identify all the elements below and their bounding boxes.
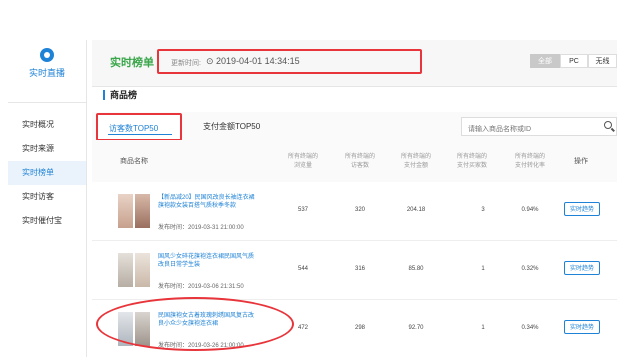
product-thumbnail[interactable] — [118, 194, 150, 228]
col-label: 支付金额 — [403, 163, 428, 169]
update-time-value: ⊙ 2019-04-01 14:34:15 — [206, 56, 300, 66]
col-sub-label: 所有终端的 — [287, 154, 318, 160]
col-sub-label: 所有终端的 — [344, 154, 375, 160]
filter-pc-button[interactable]: PC — [560, 54, 588, 68]
cell-payment-amount: 204.18 — [406, 207, 426, 213]
realtime-trend-button[interactable]: 实时趋势 — [564, 320, 600, 334]
product-name-link[interactable]: 国风少女碎花旗袍连衣裙民国风气质改良日常学生装 — [158, 253, 258, 269]
sidebar-item-source[interactable]: 实时来源 — [8, 137, 86, 161]
sidebar-item-ranking[interactable]: 实时榜单 — [8, 161, 86, 185]
filter-all-button[interactable]: 全部 — [530, 54, 560, 68]
col-action: 操作 — [574, 158, 588, 165]
cell-payment-amount: 85.80 — [408, 266, 424, 272]
section-title: 商品榜 — [103, 90, 137, 100]
filter-wireless-button[interactable]: 无线 — [588, 54, 617, 68]
col-paying-buyers: 所有终端的 支付买家数 — [452, 153, 492, 171]
cell-paying-buyers: 1 — [481, 325, 485, 331]
sidebar: 实时直播 实时概况 实时来源 实时榜单 实时访客 实时催付宝 — [8, 40, 87, 357]
col-conversion-rate: 所有终端的 支付转化率 — [510, 153, 550, 171]
col-label: 访客数 — [350, 163, 369, 169]
cell-payment-amount: 92.70 — [408, 325, 424, 331]
table-row: 国风少女碎花旗袍连衣裙民国风气质改良日常学生装 发布时间：2019-03-06 … — [92, 241, 617, 300]
highlight-ellipse — [96, 297, 294, 351]
product-name-link[interactable]: 【新品减20】民国风改良长袖连衣裙旗袍款女装百搭气质秋季冬款 — [158, 194, 258, 210]
search-icon[interactable] — [604, 121, 612, 129]
realtime-trend-button[interactable]: 实时趋势 — [564, 202, 600, 216]
tab-visitors-top50[interactable]: 访客数TOP50 — [96, 113, 182, 141]
col-label: 支付转化率 — [514, 163, 545, 169]
update-time-label: 更新时间: — [171, 60, 201, 67]
table-header: 商品名称 所有终端的 浏览量 所有终端的 访客数 所有终端的 支付金额 所有终端… — [92, 140, 617, 183]
live-icon — [40, 48, 54, 62]
header-bar: 实时榜单 更新时间: ⊙ 2019-04-01 14:34:15 全部 PC 无… — [92, 40, 617, 87]
cell-visitors: 298 — [354, 325, 365, 331]
cell-paying-buyers: 1 — [481, 266, 485, 272]
cell-pageviews: 544 — [297, 266, 308, 272]
col-visitors: 所有终端的 访客数 — [340, 153, 380, 171]
search-input[interactable] — [462, 120, 600, 139]
search-box — [461, 117, 617, 139]
table-row: 【新品减20】民国风改良长袖连衣裙旗袍款女装百搭气质秋季冬款 发布时间：2019… — [92, 182, 617, 241]
sidebar-item-payment-reminder[interactable]: 实时催付宝 — [8, 209, 86, 233]
col-sub-label: 所有终端的 — [456, 154, 487, 160]
product-thumbnail[interactable] — [118, 253, 150, 287]
cell-conversion-rate: 0.94% — [521, 207, 539, 213]
col-label: 支付买家数 — [456, 163, 487, 169]
publish-time: 发布时间：2019-03-31 21:00:00 — [158, 225, 244, 231]
sidebar-header[interactable]: 实时直播 — [8, 48, 86, 103]
sidebar-item-visitors[interactable]: 实时访客 — [8, 185, 86, 209]
cell-visitors: 316 — [354, 266, 365, 272]
realtime-trend-button[interactable]: 实时趋势 — [564, 261, 600, 275]
sidebar-title: 实时直播 — [28, 68, 65, 78]
col-sub-label: 所有终端的 — [514, 154, 545, 160]
col-payment-amount: 所有终端的 支付金额 — [396, 153, 436, 171]
col-pageviews: 所有终端的 浏览量 — [283, 153, 323, 171]
update-time-box: 更新时间: ⊙ 2019-04-01 14:34:15 — [157, 49, 422, 74]
cell-paying-buyers: 3 — [481, 207, 485, 213]
tab-visitors-label: 访客数TOP50 — [109, 124, 159, 133]
cell-visitors: 320 — [354, 207, 365, 213]
cell-conversion-rate: 0.32% — [521, 266, 539, 272]
page-title: 实时榜单 — [110, 57, 154, 69]
col-label: 浏览量 — [293, 163, 312, 169]
sidebar-item-overview[interactable]: 实时概况 — [8, 113, 86, 137]
col-product-name: 商品名称 — [120, 158, 148, 165]
tab-payment-top50[interactable]: 支付金额TOP50 — [203, 121, 260, 132]
tab-active-underline — [108, 134, 172, 135]
cell-conversion-rate: 0.34% — [521, 325, 539, 331]
cell-pageviews: 537 — [297, 207, 308, 213]
col-sub-label: 所有终端的 — [400, 154, 431, 160]
publish-time: 发布时间：2019-03-06 21:31:50 — [158, 284, 244, 290]
